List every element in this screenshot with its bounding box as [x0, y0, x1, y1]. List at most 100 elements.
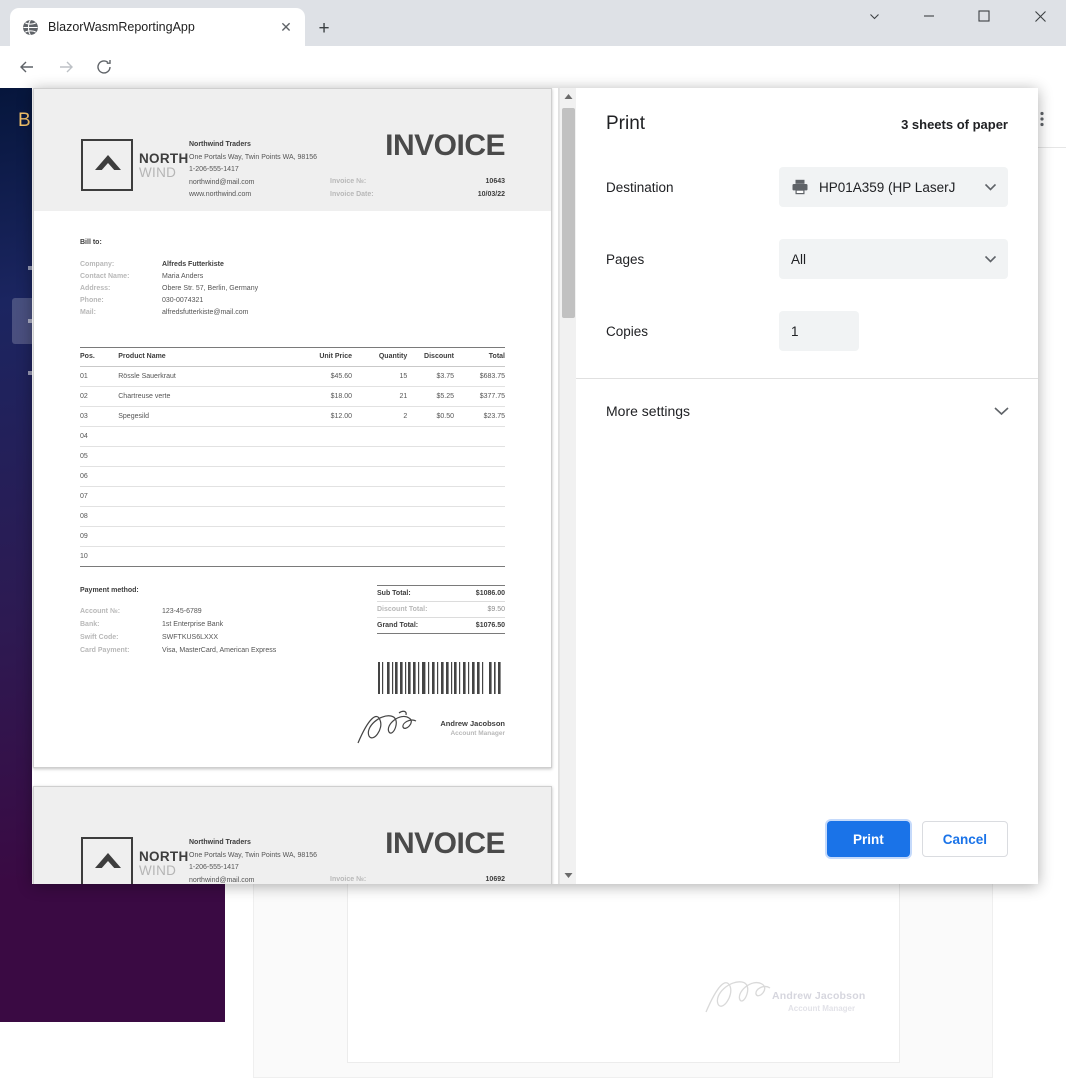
maximize-icon[interactable]: [961, 0, 1007, 32]
column-header: Product Name: [118, 347, 276, 367]
chevron-down-icon[interactable]: [851, 0, 897, 32]
payment-value: 1st Enterprise Bank: [162, 621, 224, 628]
invoice-document: NORTH WIND Northwind Traders One Portals…: [34, 89, 551, 767]
bill-to-table: Company: Alfreds Futterkiste Contact Nam…: [80, 259, 340, 319]
destination-select[interactable]: HP01A359 (HP LaserJ: [779, 167, 1008, 207]
invoice-meta-row: Invoice №: 10643: [330, 175, 505, 188]
company-block: Northwind Traders One Portals Way, Twin …: [189, 139, 317, 202]
cell-total: [454, 486, 505, 507]
cell-pos: 04: [80, 426, 119, 447]
cell-price: $18.00: [275, 386, 352, 407]
bill-to-heading: Bill to:: [80, 239, 102, 246]
cell-price: $45.60: [275, 366, 352, 387]
bill-to-row: Mail: alfredsfutterkiste@mail.com: [80, 307, 340, 319]
preview-scrollbar[interactable]: [559, 88, 576, 884]
chevron-down-icon[interactable]: [994, 406, 1009, 416]
payment-key: Swift Code:: [80, 634, 119, 641]
cell-total: [454, 466, 505, 487]
cell-discount: [407, 546, 454, 567]
close-icon[interactable]: [1017, 0, 1063, 32]
cell-discount: $5.25: [407, 386, 454, 407]
company-block: Northwind Traders One Portals Way, Twin …: [189, 837, 317, 884]
total-value: $1086.00: [475, 590, 505, 597]
cell-pos: 05: [80, 446, 119, 467]
table-row: 02 Chartreuse verte $18.00 21 $5.25 $377…: [80, 386, 505, 407]
table-row: 08: [80, 506, 505, 527]
cell-price: [275, 486, 352, 507]
table-row: 05: [80, 446, 505, 467]
reload-icon[interactable]: [90, 53, 118, 81]
company-name: Northwind Traders: [189, 141, 251, 148]
scrollbar-thumb[interactable]: [562, 108, 575, 318]
cell-discount: $3.75: [407, 366, 454, 387]
cell-total: $683.75: [454, 366, 505, 387]
close-icon[interactable]: ✕: [275, 16, 297, 38]
cell-qty: [352, 506, 408, 527]
bill-to-key: Company:: [80, 261, 115, 268]
print-preview-pane[interactable]: NORTH WIND Northwind Traders One Portals…: [32, 88, 559, 884]
tab-title: BlazorWasmReportingApp: [48, 20, 195, 34]
totals-block: Sub Total: $1086.00 Discount Total: $9.5…: [377, 585, 505, 634]
cell-total: $23.75: [454, 406, 505, 427]
destination-value: HP01A359 (HP LaserJ: [819, 179, 956, 195]
minimize-icon[interactable]: [906, 0, 952, 32]
total-value: $1076.50: [475, 622, 505, 629]
caret-up-icon[interactable]: [560, 88, 577, 105]
arrow-left-icon[interactable]: [13, 53, 41, 81]
chevron-down-icon[interactable]: [985, 255, 996, 263]
payment-key: Card Payment:: [80, 647, 130, 654]
signature-role: Account Manager: [788, 1004, 856, 1013]
browser-tab[interactable]: BlazorWasmReportingApp ✕: [10, 8, 305, 46]
table-row: 04: [80, 426, 505, 447]
logo-text-wind: WIND: [139, 165, 177, 180]
destination-label: Destination: [606, 179, 674, 195]
pages-value: All: [791, 251, 807, 267]
northwind-logo-arrow-icon: [95, 155, 121, 172]
pages-select[interactable]: All: [779, 239, 1008, 279]
logo-text-north: NORTH: [139, 849, 189, 864]
total-label: Grand Total:: [377, 622, 419, 629]
cancel-button[interactable]: Cancel: [921, 821, 1008, 857]
caret-down-icon[interactable]: [560, 867, 577, 884]
arrow-right-icon[interactable]: [52, 53, 80, 81]
invoice-document: NORTH WIND Northwind Traders One Portals…: [34, 787, 551, 884]
column-header: Pos.: [80, 347, 119, 367]
browser-chrome: BlazorWasmReportingApp ✕ +: [0, 0, 1066, 134]
payment-row: Swift Code: SWFTKUS6LXXX: [80, 631, 380, 644]
bill-to-value: Obere Str. 57, Berlin, Germany: [162, 285, 259, 292]
printer-icon: [791, 178, 809, 196]
cell-pos: 09: [80, 526, 119, 547]
print-dialog: NORTH WIND Northwind Traders One Portals…: [32, 88, 1038, 884]
cell-pos: 07: [80, 486, 119, 507]
bill-to-value: alfredsfutterkiste@mail.com: [162, 309, 249, 316]
cell-qty: [352, 466, 408, 487]
cell-qty: [352, 446, 408, 467]
bill-to-key: Contact Name:: [80, 273, 130, 280]
cell-discount: [407, 426, 454, 447]
app-brand-letter: B: [18, 110, 31, 131]
table-row: 07: [80, 486, 505, 507]
cell-total: [454, 546, 505, 567]
browser-toolbar: localhost:5001/documentviewer: [0, 46, 1066, 134]
cell-qty: [352, 526, 408, 547]
bill-to-row: Company: Alfreds Futterkiste: [80, 259, 340, 271]
cell-name: [118, 486, 276, 507]
bill-to-value: Maria Anders: [162, 273, 204, 280]
copies-input[interactable]: 1: [779, 311, 859, 351]
copies-label: Copies: [606, 323, 649, 339]
table-row: 09: [80, 526, 505, 547]
preview-page: NORTH WIND Northwind Traders One Portals…: [33, 88, 552, 768]
line-items-table: Pos. Product Name Unit Price Quantity Discou…: [80, 347, 505, 567]
cell-name: Rössle Sauerkraut: [118, 366, 276, 387]
company-address: One Portals Way, Twin Points WA, 98156: [189, 851, 317, 859]
chevron-down-icon[interactable]: [985, 183, 996, 191]
browser-titlebar: BlazorWasmReportingApp ✕ +: [0, 0, 1066, 46]
pages-row: Pages All: [606, 239, 1008, 279]
cell-name: [118, 426, 276, 447]
print-button[interactable]: Print: [826, 821, 910, 857]
cell-pos: 02: [80, 386, 119, 407]
cell-discount: [407, 526, 454, 547]
more-settings-toggle[interactable]: More settings: [606, 388, 1009, 434]
cell-qty: [352, 486, 408, 507]
plus-icon[interactable]: +: [312, 16, 336, 40]
